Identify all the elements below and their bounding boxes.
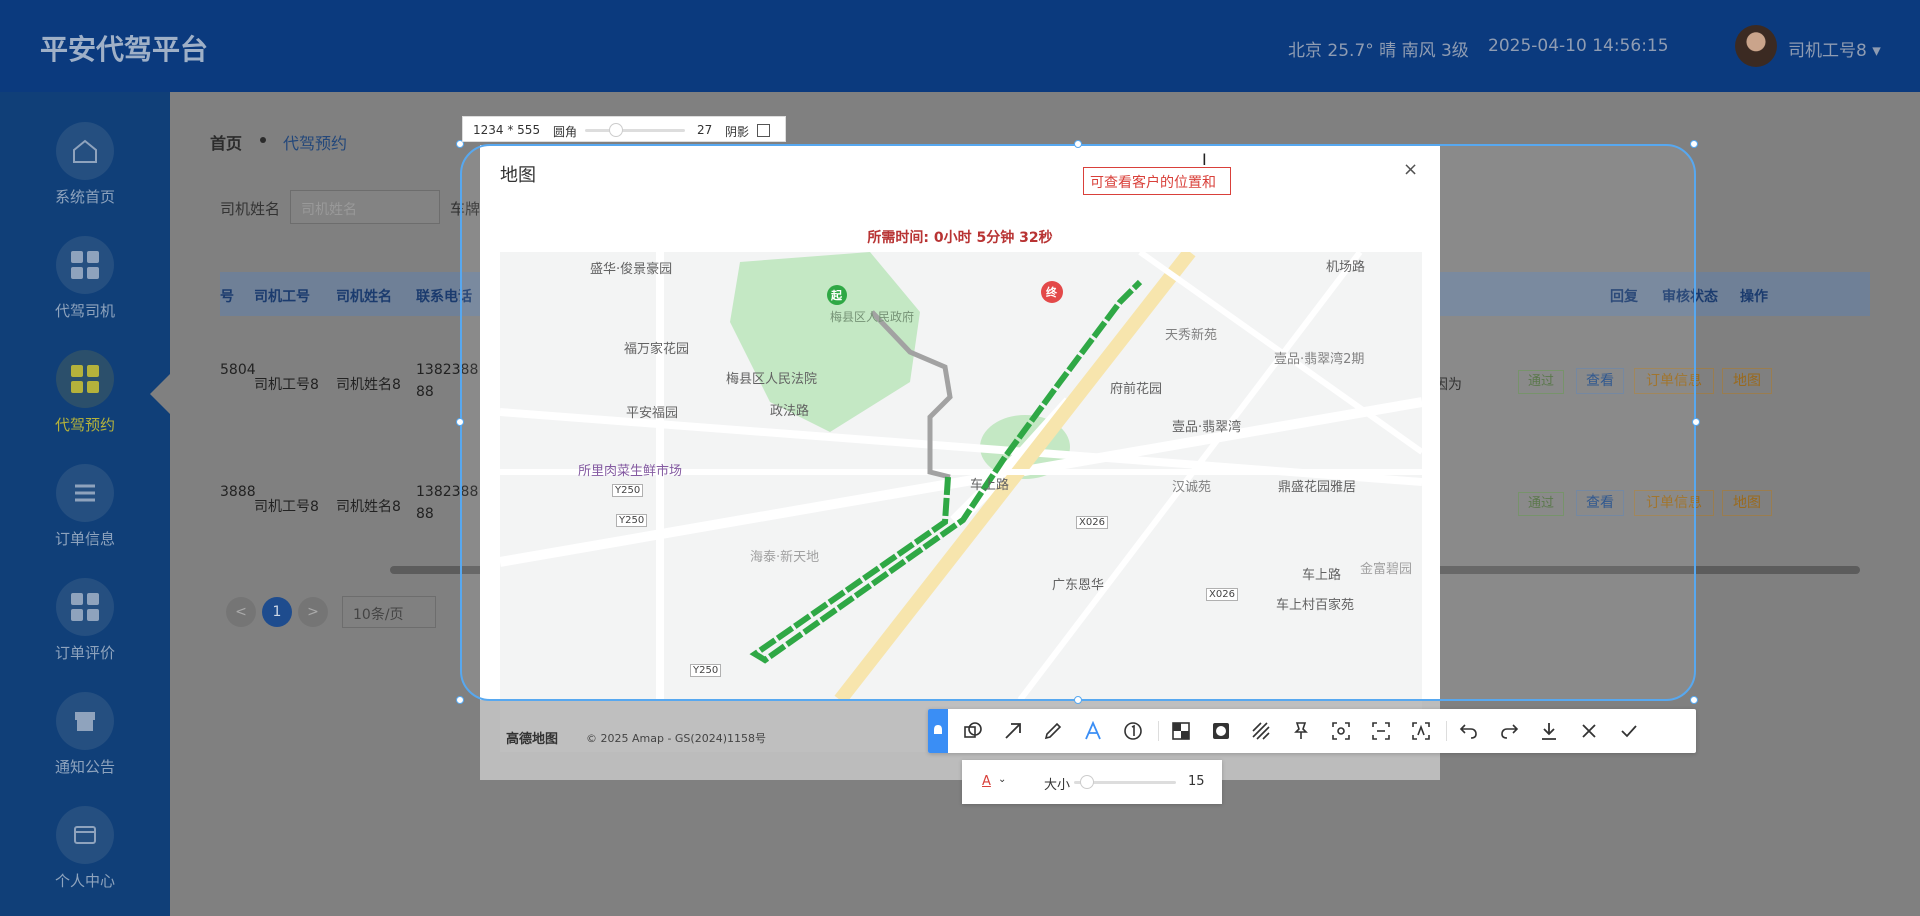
page-1-button[interactable]: 1 <box>262 597 292 627</box>
grid-icon <box>56 350 114 408</box>
selection-rectangle[interactable] <box>460 144 1696 701</box>
radius-label: 圆角 <box>553 125 578 139</box>
sidebar-item-notices[interactable]: 通知公告 <box>0 692 170 792</box>
datetime-info: 2025-04-10 14:56:15 <box>1488 36 1669 56</box>
cell-driver-no: 司机工号8 <box>254 499 319 515</box>
driver-name-label: 司机姓名 <box>220 200 281 218</box>
download-icon[interactable] <box>1534 716 1564 746</box>
font-size-slider-knob[interactable] <box>1080 775 1094 789</box>
scan-text-icon[interactable] <box>1406 716 1436 746</box>
wallet-icon <box>56 806 114 864</box>
sidebar-item-label: 代驾预约 <box>54 416 115 434</box>
resize-handle[interactable] <box>1074 696 1082 704</box>
sidebar-item-label: 通知公告 <box>54 758 115 776</box>
blur-icon[interactable] <box>1206 716 1236 746</box>
sidebar-item-label: 订单评价 <box>54 644 115 662</box>
resize-handle[interactable] <box>456 418 464 426</box>
sidebar-item-booking[interactable]: 代驾预约 <box>0 350 170 450</box>
confirm-icon[interactable] <box>1614 716 1644 746</box>
text-options-bar: A ⌄ 大小 15 <box>962 760 1222 804</box>
resize-handle[interactable] <box>1690 140 1698 148</box>
radius-slider-knob[interactable] <box>609 123 623 137</box>
sidebar-item-label: 订单信息 <box>54 530 115 548</box>
grid-icon <box>56 236 114 294</box>
sidebar-item-label: 个人中心 <box>54 872 115 890</box>
sidebar-item-drivers[interactable]: 代驾司机 <box>0 236 170 336</box>
pushpin-icon[interactable] <box>1286 716 1316 746</box>
page-size-select[interactable]: 10条/页 <box>342 596 436 628</box>
hatch-icon[interactable] <box>1246 716 1276 746</box>
sidebar-item-reviews[interactable]: 订单评价 <box>0 578 170 678</box>
shadow-label: 阴影 <box>725 125 750 139</box>
cell-phone-2: 88 <box>416 506 434 522</box>
mosaic-icon[interactable] <box>1166 716 1196 746</box>
shape-icon[interactable] <box>958 716 988 746</box>
cell-driver-name: 司机姓名8 <box>336 499 401 515</box>
sidebar-item-orders[interactable]: 订单信息 <box>0 464 170 564</box>
radius-slider[interactable] <box>585 129 685 132</box>
col-actions: 操作 <box>1740 289 1768 305</box>
resize-handle[interactable] <box>456 696 464 704</box>
ocr-icon[interactable] <box>1366 716 1396 746</box>
col-id[interactable]: 号 <box>220 286 234 306</box>
amap-logo: 高德地图 <box>506 732 559 747</box>
list-icon <box>56 464 114 522</box>
screenshot-icon[interactable] <box>1326 716 1356 746</box>
home-icon <box>56 122 114 180</box>
size-value: 15 <box>1188 774 1205 789</box>
driver-name-input[interactable]: 司机姓名 <box>290 190 440 224</box>
top-header: 平安代驾平台 北京 25.7° 晴 南风 3级 2025-04-10 14:56… <box>0 0 1920 92</box>
redo-icon[interactable] <box>1494 716 1524 746</box>
shadow-checkbox[interactable] <box>757 124 770 137</box>
sidebar-item-home[interactable]: 系统首页 <box>0 122 170 222</box>
sidebar-item-label: 代驾司机 <box>54 302 115 320</box>
active-indicator <box>150 374 170 414</box>
font-color-picker[interactable]: A <box>982 774 991 789</box>
arrow-icon[interactable] <box>998 716 1028 746</box>
resize-handle[interactable] <box>1690 696 1698 704</box>
text-cursor-icon: I <box>1202 150 1207 169</box>
selection-size: 1234 * 555 <box>473 123 541 137</box>
breadcrumb-separator <box>260 137 266 143</box>
map-copyright: © 2025 Amap - GS(2024)1158号 <box>586 732 766 745</box>
cell-driver-no: 司机工号8 <box>254 377 319 393</box>
undo-icon[interactable] <box>1454 716 1484 746</box>
sidebar: 系统首页 代驾司机 代驾预约 订单信息 订单评价 通知公告 个人中心 <box>0 92 170 916</box>
user-menu[interactable]: 司机工号8 ▾ <box>1788 36 1881 61</box>
sidebar-item-label: 系统首页 <box>54 188 115 206</box>
cell-phone-2: 88 <box>416 384 434 400</box>
map-button[interactable]: 地图 <box>1722 368 1772 394</box>
weather-info: 北京 25.7° 晴 南风 3级 <box>1288 41 1469 61</box>
number-marker-icon[interactable] <box>1118 716 1148 746</box>
annotation-toolbar <box>928 709 1696 753</box>
grid-icon <box>56 578 114 636</box>
col-driver-no[interactable]: 司机工号 <box>254 286 310 306</box>
cancel-icon[interactable] <box>1574 716 1604 746</box>
text-tool-icon[interactable] <box>1078 716 1108 746</box>
pin-icon[interactable] <box>928 709 948 753</box>
selection-info-bar: 1234 * 555 圆角 27 阴影 <box>462 116 786 142</box>
prev-page-button[interactable]: < <box>226 597 256 627</box>
avatar[interactable] <box>1735 25 1777 67</box>
resize-handle[interactable] <box>1074 140 1082 148</box>
pencil-icon[interactable] <box>1038 716 1068 746</box>
sidebar-item-profile[interactable]: 个人中心 <box>0 806 170 906</box>
next-page-button[interactable]: > <box>298 597 328 627</box>
chevron-down-icon[interactable]: ⌄ <box>998 774 1006 785</box>
resize-handle[interactable] <box>1692 418 1700 426</box>
cell-id: 5804 <box>220 362 256 378</box>
cell-driver-name: 司机姓名8 <box>336 377 401 393</box>
breadcrumb-home[interactable]: 首页 <box>210 130 242 154</box>
radius-value: 27 <box>697 123 713 137</box>
breadcrumb-current[interactable]: 代驾预约 <box>283 130 347 154</box>
annotation-textbox[interactable]: 可查看客户的位置和 <box>1083 167 1231 195</box>
col-driver-name[interactable]: 司机姓名 <box>336 286 392 306</box>
cell-id: 3888 <box>220 484 256 500</box>
brand-title: 平安代驾平台 <box>40 33 209 66</box>
shop-icon <box>56 692 114 750</box>
map-button[interactable]: 地图 <box>1722 490 1772 516</box>
size-label: 大小 <box>1044 778 1071 793</box>
